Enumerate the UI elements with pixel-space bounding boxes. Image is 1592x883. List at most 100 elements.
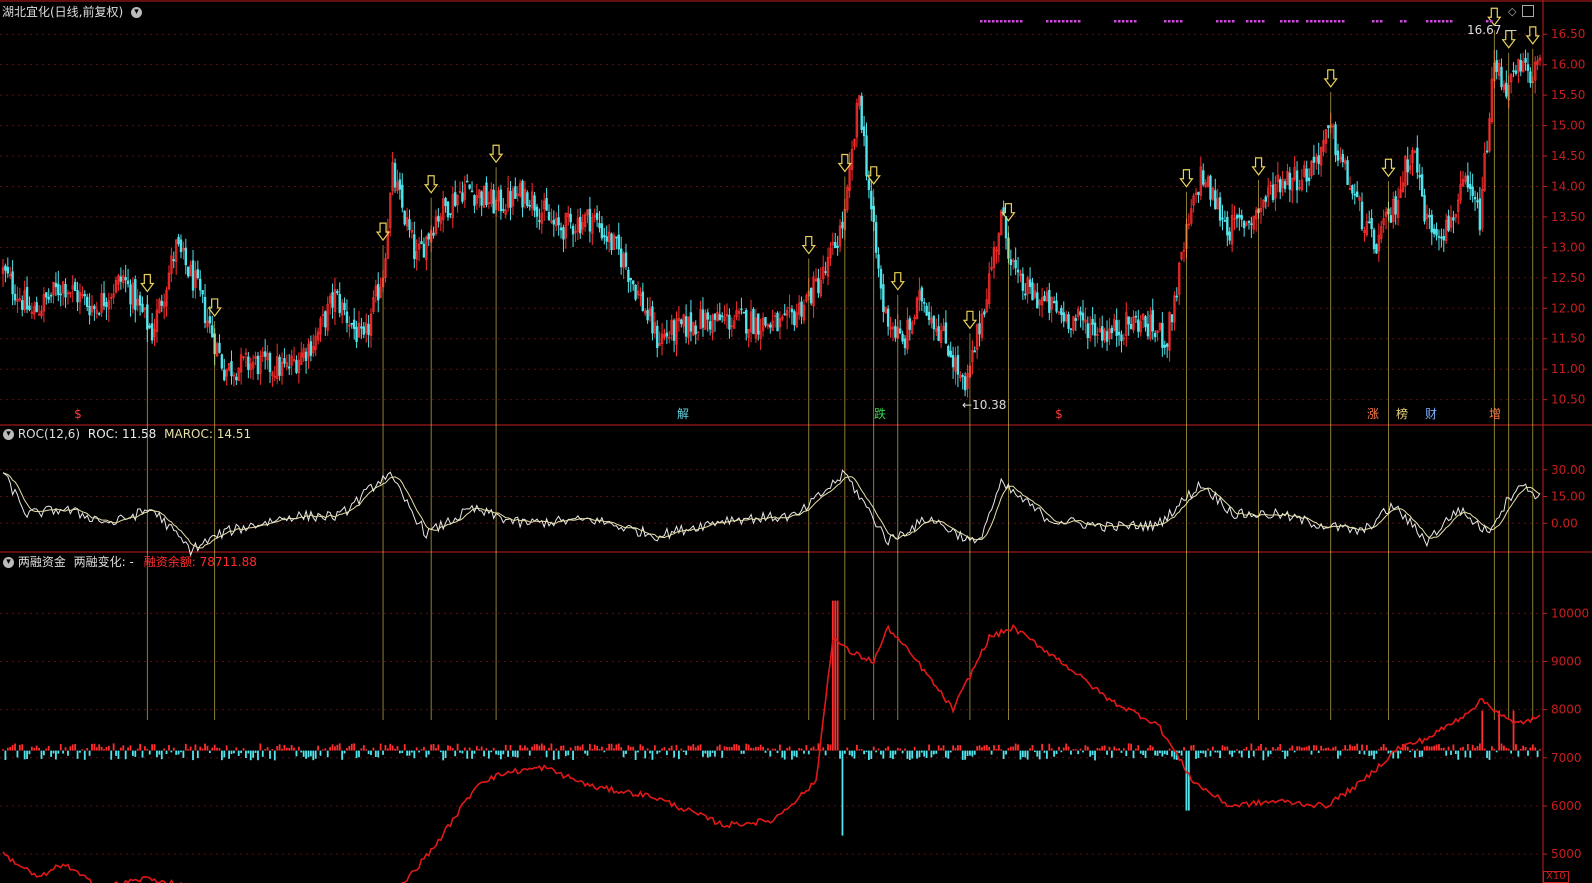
roc-tick-label: 30.00	[1551, 463, 1585, 477]
candle-body	[706, 312, 709, 320]
magenta-dot	[1008, 20, 1011, 23]
candle-body	[925, 305, 928, 316]
candle-body	[535, 206, 539, 217]
margin-change-bar	[1171, 750, 1173, 757]
magenta-dot	[1306, 20, 1309, 23]
margin-change-bar	[605, 748, 608, 751]
margin-change-bar	[336, 744, 339, 751]
candle-body	[983, 311, 986, 315]
magenta-dot	[1180, 20, 1183, 23]
candle-body	[1146, 323, 1150, 337]
margin-change-bar	[492, 747, 495, 751]
margin-change-bar	[1228, 750, 1231, 755]
margin-change-bar	[1527, 750, 1529, 756]
candle-body	[1202, 170, 1205, 185]
candle-body	[355, 326, 358, 342]
margin-change-bar	[723, 746, 726, 751]
candle-body	[1312, 156, 1316, 163]
margin-change-bar	[1236, 749, 1238, 751]
margin-change-bar	[762, 746, 764, 751]
candle-body	[1137, 319, 1140, 332]
margin-change-bar	[444, 750, 447, 759]
margin-change-bar	[437, 744, 440, 751]
margin-change-bar	[1077, 750, 1080, 755]
margin-change-bar	[649, 750, 651, 754]
candle-body	[1120, 334, 1123, 342]
margin-change-bar	[16, 750, 19, 758]
margin-change-bar	[1322, 748, 1325, 751]
margin-change-bar	[67, 750, 69, 756]
margin-change-bar	[581, 744, 584, 751]
margin-change-bar	[1466, 743, 1469, 751]
candle-body	[1151, 310, 1154, 332]
margin-change-bar	[1406, 746, 1409, 751]
margin-change-bar	[872, 746, 875, 751]
margin-change-bar	[1012, 746, 1015, 751]
candle-body	[634, 284, 637, 300]
candle-body	[947, 345, 950, 356]
margin-change-bar	[266, 747, 269, 751]
margin-change-bar	[1382, 743, 1385, 751]
candle-body	[1442, 235, 1445, 241]
candle-body	[1514, 70, 1518, 74]
magenta-dot	[1078, 20, 1081, 23]
margin-change-bar	[1248, 750, 1250, 759]
maximize-icon[interactable]	[1522, 5, 1534, 17]
margin-change-bar	[11, 745, 14, 751]
candle-body	[45, 292, 48, 298]
margin-change-bar	[779, 744, 781, 751]
candle-body	[360, 326, 363, 329]
margin-change-bar	[471, 750, 473, 759]
margin-change-bar	[91, 743, 93, 751]
margin-change-bar	[1183, 747, 1185, 751]
margin-change-bar	[442, 750, 445, 761]
magenta-dot	[1258, 20, 1261, 23]
chevron-down-icon[interactable]: ▾	[3, 557, 14, 568]
margin-title: 两融资金	[17, 555, 66, 569]
chart-canvas[interactable]: 10.50 11.00 11.50 12.00 12.50 13.00 13.50 14.00…	[0, 0, 1592, 883]
margin-change-bar	[1281, 750, 1284, 753]
candle-body	[610, 233, 613, 251]
candle-body	[809, 288, 813, 304]
margin-change-bar	[997, 744, 1000, 751]
candle-body	[937, 326, 940, 341]
magenta-dot	[1126, 20, 1129, 23]
margin-change-bar	[709, 750, 712, 757]
margin-change-bar	[754, 746, 757, 751]
candle-body	[4, 265, 7, 271]
margin-change-bar	[427, 750, 430, 755]
candle-body	[1240, 215, 1243, 220]
margin-change-bar	[1517, 750, 1520, 757]
candle-body	[304, 351, 308, 361]
stock-title: 湖北宜化(日线,前复权)	[2, 5, 124, 19]
candle-body	[619, 248, 623, 268]
magenta-dot	[1338, 20, 1341, 23]
magenta-dot	[1372, 20, 1375, 23]
margin-change-bar	[1423, 746, 1426, 751]
margin-change-bar	[937, 745, 940, 751]
margin-change-bar	[165, 750, 168, 754]
margin-change-bar	[1166, 750, 1169, 755]
margin-change-bar	[312, 750, 315, 761]
magenta-dot	[1004, 20, 1007, 23]
margin-change-bar	[617, 743, 620, 751]
candle-body	[1062, 312, 1065, 322]
margin-panel-header: ▾ 两融资金 两融变化: - 融资余额: 78711.88	[3, 553, 257, 570]
margin-change-bar	[1426, 745, 1428, 751]
chevron-down-icon[interactable]: ▾	[131, 7, 143, 18]
candle-body	[978, 323, 981, 335]
margin-change-bar	[1269, 750, 1272, 755]
candle-body	[408, 219, 411, 230]
candle-body	[1115, 320, 1118, 336]
margin-change-bar	[413, 750, 416, 759]
margin-change-bar	[524, 745, 526, 751]
magenta-dot	[1280, 20, 1283, 23]
diamond-icon[interactable]: ◇	[1508, 5, 1516, 18]
magenta-dot	[1122, 20, 1125, 23]
margin-change-bar	[18, 744, 21, 751]
margin-change-bar	[973, 750, 976, 755]
margin-change-bar	[218, 748, 221, 751]
margin-change-bar	[1137, 745, 1140, 751]
chevron-down-icon[interactable]: ▾	[3, 429, 14, 440]
margin-change-bar	[574, 746, 577, 751]
